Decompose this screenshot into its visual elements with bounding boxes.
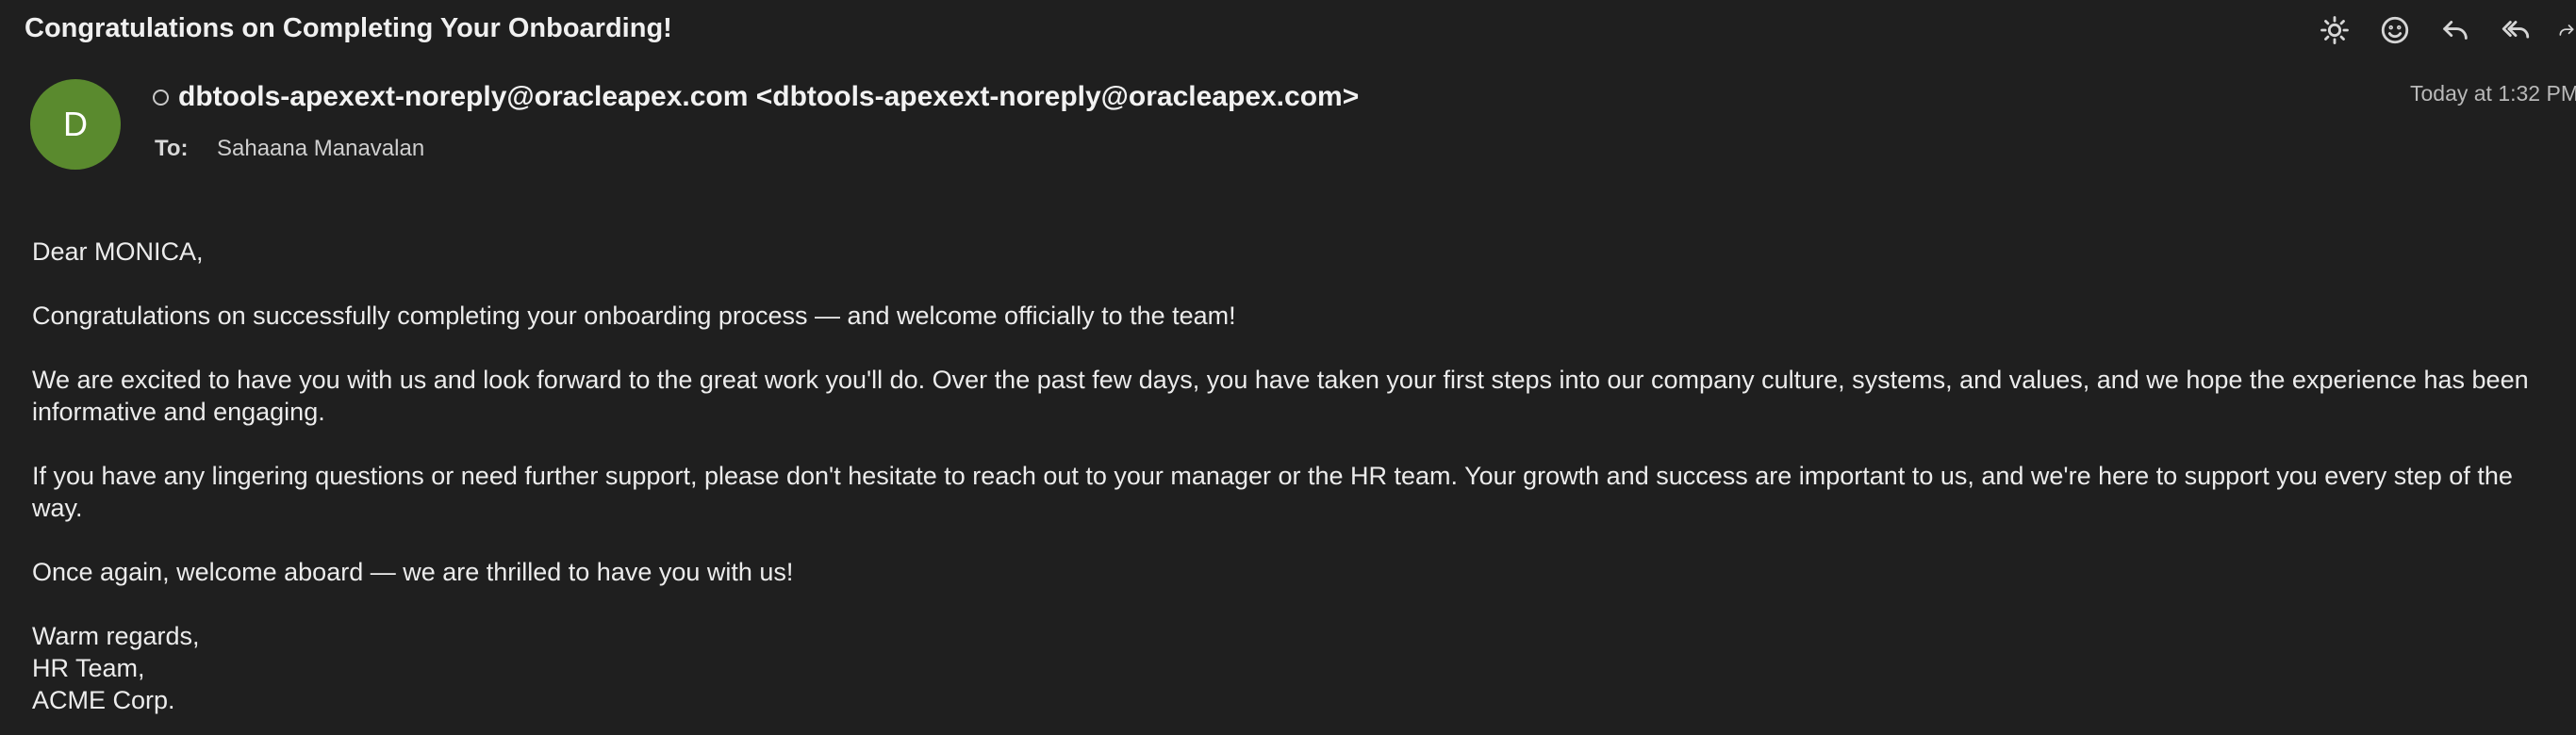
body-paragraph: Once again, welcome aboard — we are thri…	[32, 558, 794, 586]
body-paragraph: We are excited to have you with us and l…	[32, 366, 2529, 426]
sender-avatar: D	[30, 79, 121, 170]
body-paragraph: If you have any lingering questions or n…	[32, 462, 2513, 522]
forward-icon[interactable]	[2557, 11, 2576, 49]
recipient-row: To: Sahaana Manavalan	[155, 136, 424, 162]
signature-line: ACME Corp.	[32, 686, 175, 714]
sender-row: dbtools-apexext-noreply@oracleapex.com <…	[153, 81, 1359, 113]
avatar-initial: D	[63, 105, 88, 143]
reply-all-icon[interactable]	[2497, 11, 2535, 49]
signature-line: Warm regards,	[32, 622, 200, 650]
unread-status-icon[interactable]	[153, 89, 169, 106]
message-toolbar	[2293, 11, 2576, 49]
sun-icon[interactable]	[2316, 11, 2353, 49]
signature-line: HR Team,	[32, 654, 145, 682]
sender-address[interactable]: dbtools-apexext-noreply@oracleapex.com <…	[178, 81, 1359, 113]
smiley-icon[interactable]	[2376, 11, 2414, 49]
reply-icon[interactable]	[2436, 11, 2474, 49]
email-body: Dear MONICA, Congratulations on successf…	[32, 236, 2559, 716]
recipient-name[interactable]: Sahaana Manavalan	[217, 136, 424, 162]
to-label: To:	[155, 136, 189, 161]
body-paragraph: Congratulations on successfully completi…	[32, 302, 1236, 330]
greeting: Dear MONICA,	[32, 237, 204, 266]
email-subject: Congratulations on Completing Your Onboa…	[25, 13, 672, 43]
message-date: Today at 1:32 PM	[2410, 81, 2576, 106]
